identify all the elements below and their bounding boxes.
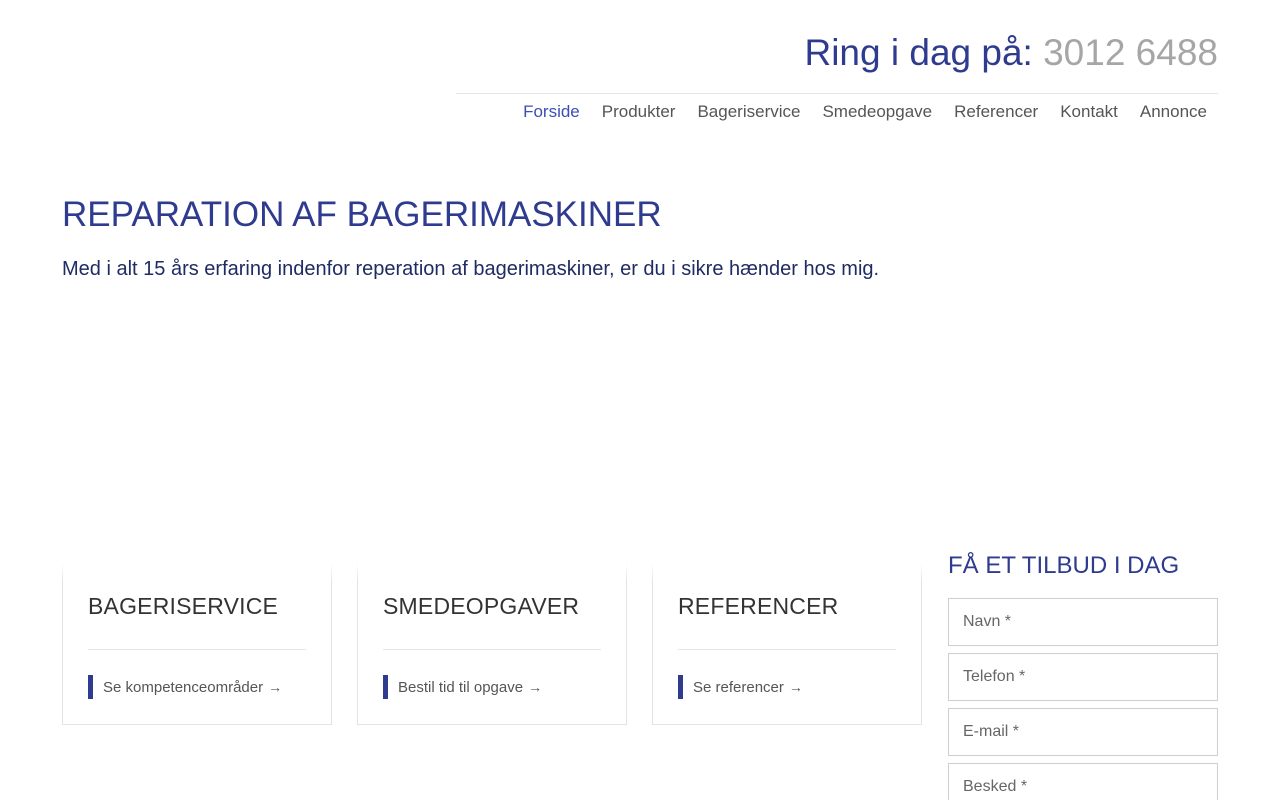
card-link-label: Bestil tid til opgave bbox=[398, 679, 524, 696]
page-subtitle: Med i alt 15 års erfaring indenfor reper… bbox=[62, 258, 880, 280]
nav-item-forside[interactable]: Forside bbox=[512, 101, 591, 123]
card-link-kompetenceomraader[interactable]: Se kompetenceområder → bbox=[88, 675, 282, 699]
nav-item-kontakt[interactable]: Kontakt bbox=[1049, 101, 1129, 123]
main-nav: Forside Produkter Bageriservice Smedeopg… bbox=[512, 101, 1218, 123]
card-smedeopgaver: SMEDEOPGAVER Bestil tid til opgave → bbox=[357, 563, 627, 725]
nav-item-bageriservice[interactable]: Bageriservice bbox=[686, 101, 811, 123]
phone-number[interactable]: 3012 6488 bbox=[1043, 32, 1218, 73]
header-phone: Ring i dag på: 3012 6488 bbox=[804, 30, 1218, 76]
phone-label: Ring i dag på: bbox=[804, 32, 1033, 73]
card-title: BAGERISERVICE bbox=[88, 593, 279, 619]
card-link-label: Se referencer bbox=[693, 679, 784, 696]
card-bageriservice: BAGERISERVICE Se kompetenceområder → bbox=[62, 563, 332, 725]
nav-item-annonce[interactable]: Annonce bbox=[1129, 101, 1218, 123]
card-link-referencer[interactable]: Se referencer → bbox=[678, 675, 803, 699]
card-link-bestil-tid[interactable]: Bestil tid til opgave → bbox=[383, 675, 542, 699]
page-title: REPARATION AF BAGERIMASKINER bbox=[62, 195, 662, 234]
card-divider bbox=[383, 649, 601, 650]
phone-field[interactable] bbox=[948, 653, 1218, 701]
nav-item-produkter[interactable]: Produkter bbox=[591, 101, 687, 123]
nav-item-referencer[interactable]: Referencer bbox=[943, 101, 1049, 123]
quote-form-title: FÅ ET TILBUD I DAG bbox=[948, 552, 1180, 579]
card-title: SMEDEOPGAVER bbox=[383, 593, 580, 619]
arrow-right-icon: → bbox=[268, 679, 283, 695]
arrow-right-icon: → bbox=[788, 679, 803, 695]
card-title: REFERENCER bbox=[678, 593, 839, 619]
card-referencer: REFERENCER Se referencer → bbox=[652, 563, 922, 725]
message-field[interactable] bbox=[948, 763, 1218, 800]
nav-item-smedeopgave[interactable]: Smedeopgave bbox=[811, 101, 943, 123]
card-divider bbox=[678, 649, 896, 650]
name-field[interactable] bbox=[948, 598, 1218, 646]
card-link-label: Se kompetenceområder bbox=[103, 679, 264, 696]
email-field[interactable] bbox=[948, 708, 1218, 756]
nav-divider bbox=[456, 93, 1218, 94]
arrow-right-icon: → bbox=[528, 679, 543, 695]
card-divider bbox=[88, 649, 306, 650]
